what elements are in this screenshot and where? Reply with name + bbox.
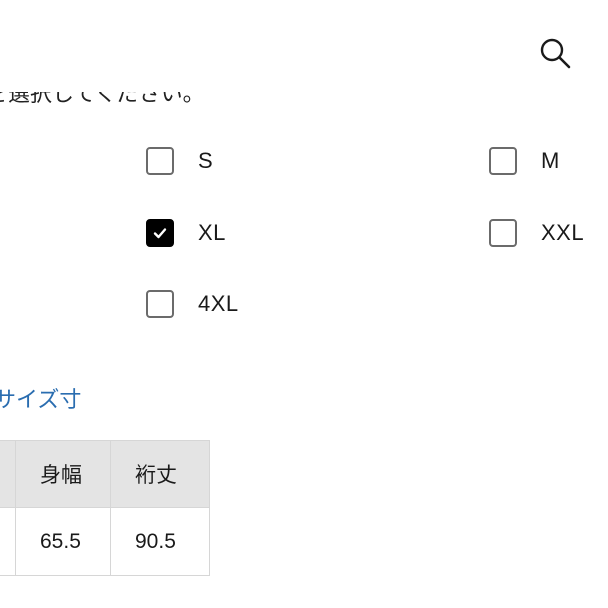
checkbox-xxl[interactable] <box>489 219 517 247</box>
table-header-yukitake: 裄丈 <box>110 440 210 508</box>
size-option-xxl[interactable]: XXL <box>489 219 584 247</box>
table-header-cell <box>0 440 16 508</box>
checkmark-icon <box>153 228 167 239</box>
table-header-mihaba: 身幅 <box>15 440 111 508</box>
checkbox-s[interactable] <box>146 147 174 175</box>
table-header-row: 身幅 裄丈 <box>0 440 210 508</box>
size-option-4xl[interactable]: 4XL <box>146 290 239 318</box>
search-icon[interactable] <box>538 36 572 70</box>
table-cell-yukitake: 90.5 <box>110 507 210 576</box>
checkbox-4xl[interactable] <box>146 290 174 318</box>
size-chart-link[interactable]: サイズ寸 <box>0 382 81 414</box>
checkbox-m[interactable] <box>489 147 517 175</box>
size-instruction-text: を選択してください。 <box>0 81 205 106</box>
size-label-m: M <box>541 148 560 173</box>
size-label-4xl: 4XL <box>198 291 239 316</box>
checkbox-xl[interactable] <box>146 219 174 247</box>
size-option-xl[interactable]: XL <box>146 219 226 247</box>
size-option-m[interactable]: M <box>489 147 560 175</box>
size-label-s: S <box>198 148 214 173</box>
size-table: 身幅 裄丈 65.5 90.5 <box>0 440 210 576</box>
table-cell <box>0 507 16 576</box>
table-cell-mihaba: 65.5 <box>15 507 111 576</box>
product-size-page: を選択してください。 S M XL XXL 4XL サイズ寸 身幅 裄丈 65.… <box>0 0 608 608</box>
size-option-s[interactable]: S <box>146 147 213 175</box>
size-label-xxl: XXL <box>541 220 585 245</box>
size-label-xl: XL <box>198 220 226 245</box>
table-row: 65.5 90.5 <box>0 507 210 576</box>
